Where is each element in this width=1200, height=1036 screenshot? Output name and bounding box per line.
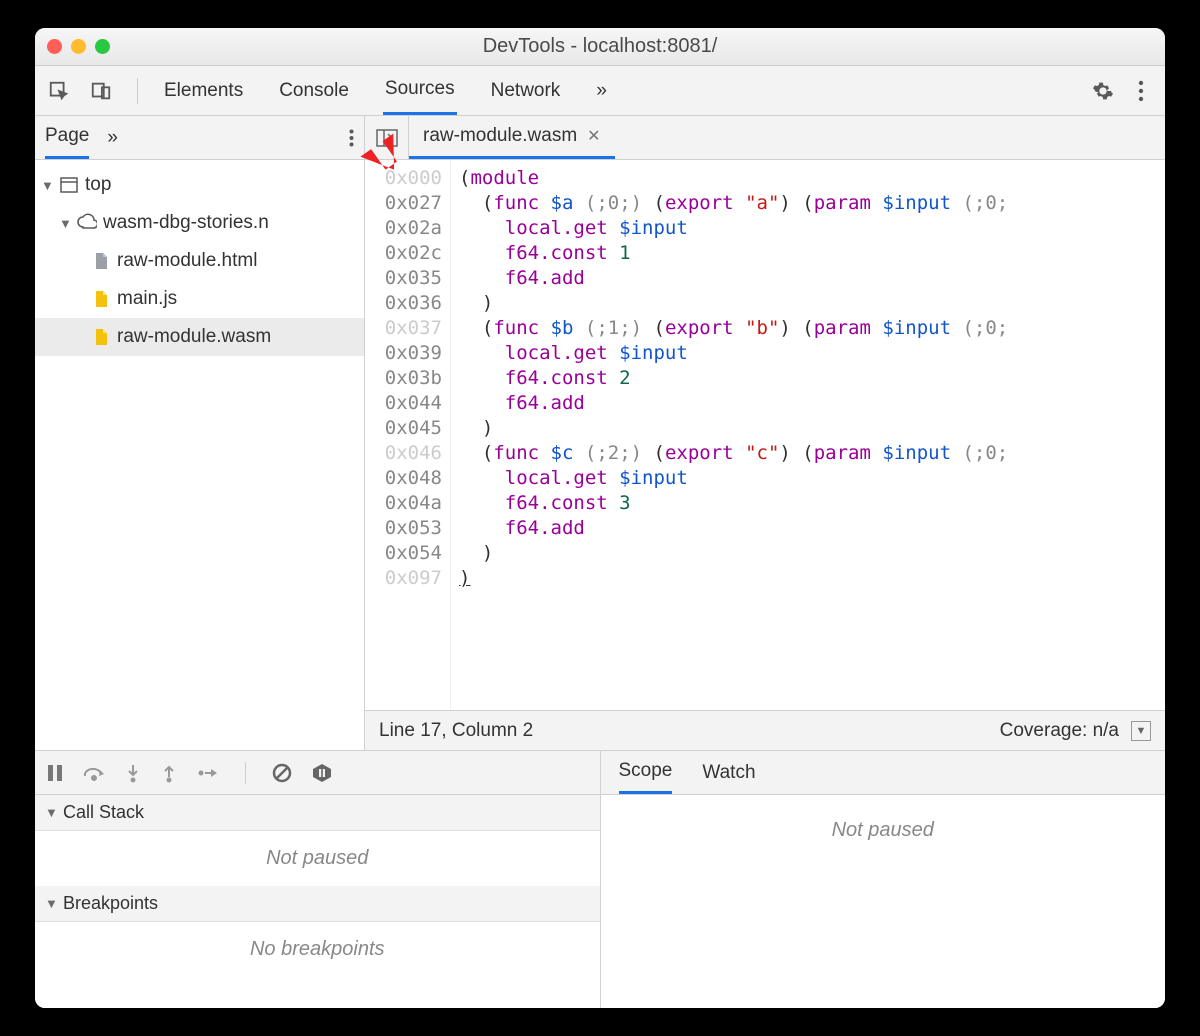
navigator-tab-page[interactable]: Page xyxy=(45,116,89,159)
deactivate-breakpoints-icon[interactable] xyxy=(272,763,292,783)
device-toggle-icon[interactable] xyxy=(89,79,113,103)
window-title: DevTools - localhost:8081/ xyxy=(35,35,1165,58)
close-tab-icon[interactable]: ✕ xyxy=(587,126,600,146)
tab-scope[interactable]: Scope xyxy=(619,751,673,794)
coverage-status: Coverage: n/a xyxy=(1000,720,1119,742)
breakpoints-body: No breakpoints xyxy=(35,922,600,977)
step-icon[interactable] xyxy=(197,765,219,781)
tree-file-wasm[interactable]: raw-module.wasm xyxy=(35,318,364,356)
inspect-element-icon[interactable] xyxy=(47,79,71,103)
tree-top-frame[interactable]: ▼ top xyxy=(35,166,364,204)
chevron-down-icon: ▼ xyxy=(45,896,57,911)
divider xyxy=(137,78,138,104)
step-over-icon[interactable] xyxy=(83,764,105,782)
debugger-drawer: ▼ Call Stack Not paused ▼ Breakpoints No… xyxy=(35,750,1165,1008)
divider xyxy=(245,762,246,784)
editor-tab[interactable]: raw-module.wasm ✕ xyxy=(409,116,615,159)
main-toolbar: Elements Console Sources Network » xyxy=(35,66,1165,116)
tree-label: raw-module.html xyxy=(117,250,257,272)
tree-host[interactable]: ▼ wasm-dbg-stories.n xyxy=(35,204,364,242)
pause-on-exceptions-icon[interactable] xyxy=(312,763,332,783)
step-out-icon[interactable] xyxy=(161,763,177,783)
debugger-toolbar xyxy=(35,751,600,795)
section-label: Call Stack xyxy=(63,802,144,823)
line-gutter[interactable]: 0x0000x0270x02a0x02c0x0350x0360x0370x039… xyxy=(365,160,451,710)
tree-label: main.js xyxy=(117,288,177,310)
section-label: Breakpoints xyxy=(63,893,158,914)
tab-watch[interactable]: Watch xyxy=(702,751,755,794)
tab-elements[interactable]: Elements xyxy=(162,66,245,115)
scope-body: Not paused xyxy=(601,795,1166,1008)
devtools-window: DevTools - localhost:8081/ Elements Cons… xyxy=(35,28,1165,1008)
titlebar: DevTools - localhost:8081/ xyxy=(35,28,1165,66)
navigator-panel: Page » ▼ top ▼ wasm-dbg-stories.n xyxy=(35,116,365,750)
breakpoints-header[interactable]: ▼ Breakpoints xyxy=(35,886,600,922)
arrow-annotation-icon xyxy=(339,106,409,176)
cursor-position: Line 17, Column 2 xyxy=(379,720,533,742)
gear-icon[interactable] xyxy=(1091,79,1115,103)
tab-more[interactable]: » xyxy=(594,66,609,115)
editor-status-bar: Line 17, Column 2 Coverage: n/a ▼ xyxy=(365,710,1165,750)
tree-label: top xyxy=(85,174,111,196)
expand-icon[interactable]: ▼ xyxy=(1131,721,1151,741)
pause-icon[interactable] xyxy=(47,764,63,782)
tree-label: wasm-dbg-stories.n xyxy=(103,212,269,234)
call-stack-body: Not paused xyxy=(35,831,600,886)
call-stack-header[interactable]: ▼ Call Stack xyxy=(35,795,600,831)
chevron-down-icon: ▼ xyxy=(45,805,57,820)
editor-tab-label: raw-module.wasm xyxy=(423,125,577,147)
tree-file-html[interactable]: raw-module.html xyxy=(35,242,364,280)
tree-label: raw-module.wasm xyxy=(117,326,271,348)
editor-panel: raw-module.wasm ✕ 0x0000x0270x02a0x02c0x… xyxy=(365,116,1165,750)
kebab-menu-icon[interactable] xyxy=(1129,79,1153,103)
tree-file-js[interactable]: main.js xyxy=(35,280,364,318)
navigator-tab-more[interactable]: » xyxy=(107,127,118,149)
step-into-icon[interactable] xyxy=(125,763,141,783)
tab-network[interactable]: Network xyxy=(489,66,563,115)
file-tree: ▼ top ▼ wasm-dbg-stories.n raw-module.ht… xyxy=(35,160,364,750)
code-area[interactable]: (module (func $a (;0;) (export "a") (par… xyxy=(451,160,1165,710)
